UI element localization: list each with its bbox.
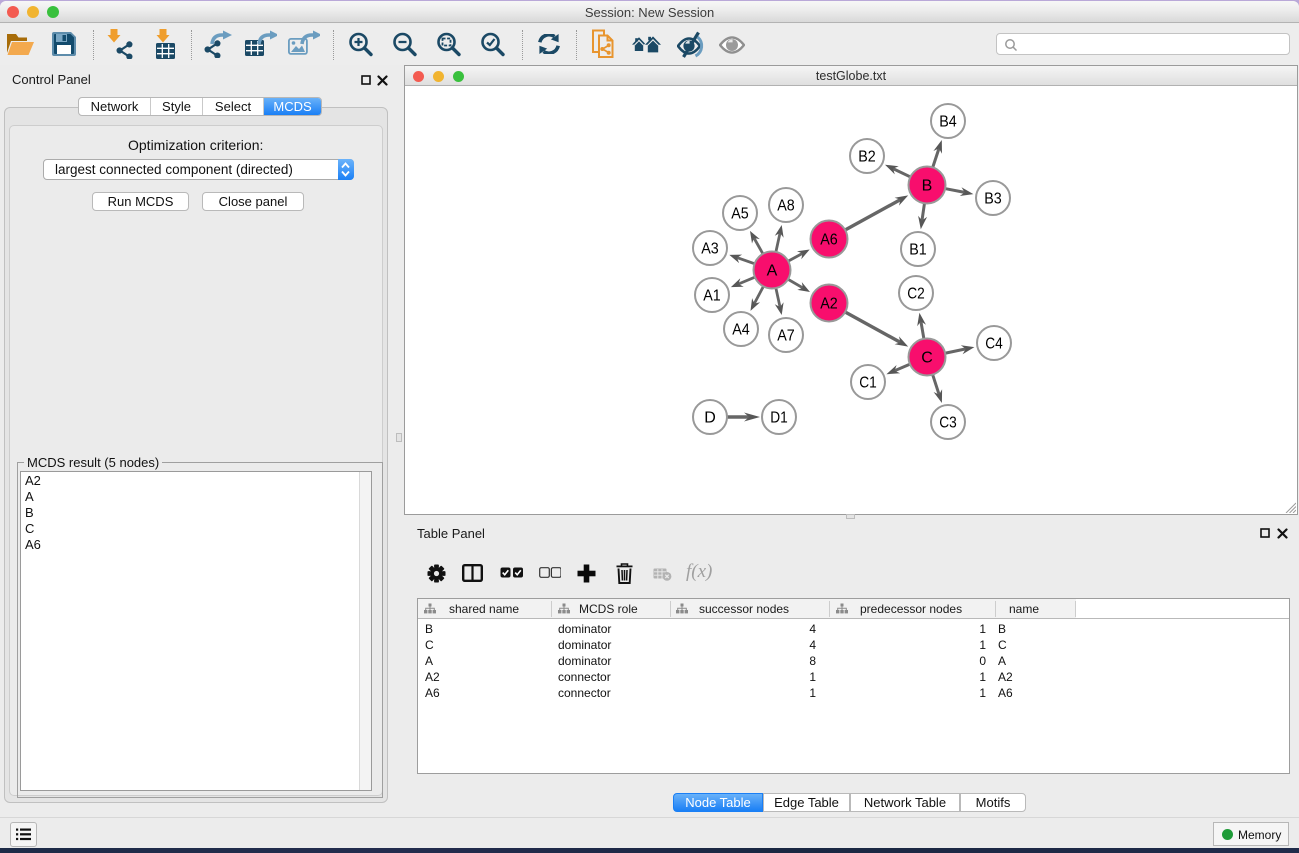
svg-text:D: D — [704, 410, 716, 427]
svg-text:A7: A7 — [777, 328, 795, 345]
svg-text:A1: A1 — [703, 288, 721, 305]
svg-text:A6: A6 — [820, 232, 838, 249]
svg-text:A2: A2 — [820, 296, 838, 313]
svg-text:C4: C4 — [985, 336, 1003, 353]
svg-text:B2: B2 — [858, 149, 876, 166]
svg-text:A3: A3 — [701, 241, 719, 258]
svg-text:B: B — [922, 178, 933, 195]
svg-text:C1: C1 — [859, 375, 877, 392]
svg-text:A5: A5 — [731, 206, 749, 223]
svg-text:A8: A8 — [777, 198, 795, 215]
svg-text:B1: B1 — [909, 242, 927, 259]
svg-text:C: C — [921, 350, 933, 367]
svg-text:A4: A4 — [732, 322, 750, 339]
svg-text:C2: C2 — [907, 286, 925, 303]
svg-text:A: A — [767, 263, 778, 280]
svg-text:D1: D1 — [770, 410, 788, 427]
svg-text:C3: C3 — [939, 415, 957, 432]
svg-text:B3: B3 — [984, 191, 1002, 208]
svg-text:B4: B4 — [939, 114, 957, 131]
